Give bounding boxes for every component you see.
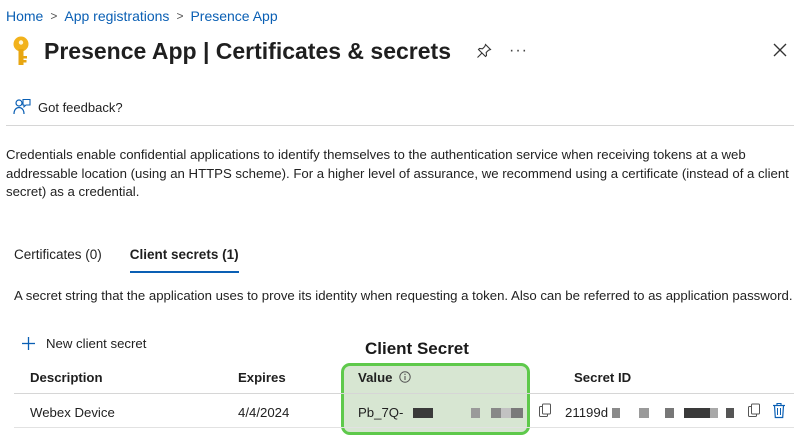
client-secrets-description: A secret string that the application use… <box>14 288 793 303</box>
breadcrumb-home[interactable]: Home <box>6 8 43 24</box>
cell-secret-id: 21199d <box>565 405 734 420</box>
breadcrumb-separator: > <box>176 9 184 23</box>
table-header: Description Expires Value Secret ID <box>14 362 794 394</box>
pin-icon[interactable] <box>475 42 493 60</box>
page-header: Presence App | Certificates & secrets ··… <box>8 34 808 68</box>
table-row: Webex Device 4/4/2024 Pb_7Q- 21199d <box>14 396 794 428</box>
masked-value <box>407 405 524 420</box>
masked-secret-id <box>611 405 734 420</box>
client-secret-annotation: Client Secret <box>365 339 469 358</box>
breadcrumb-separator: > <box>50 9 58 23</box>
tab-bar: Certificates (0) Client secrets (1) <box>14 247 239 273</box>
cell-secret-id-text: 21199d <box>565 405 609 420</box>
copy-secret-id-icon[interactable] <box>747 403 761 419</box>
column-value-label: Value <box>358 370 393 385</box>
page-title: Presence App | Certificates & secrets <box>44 36 451 66</box>
plus-icon <box>21 336 36 351</box>
info-icon[interactable] <box>399 371 411 383</box>
cell-expires: 4/4/2024 <box>238 405 290 420</box>
divider <box>6 125 794 126</box>
credentials-description: Credentials enable confidential applicat… <box>6 147 789 199</box>
feedback-label: Got feedback? <box>38 99 123 115</box>
column-secret-id: Secret ID <box>574 370 632 385</box>
page-title-section: Certificates & secrets <box>215 38 451 64</box>
cell-description: Webex Device <box>30 405 115 420</box>
copy-value-icon[interactable] <box>538 403 552 419</box>
tab-certificates[interactable]: Certificates (0) <box>14 247 102 271</box>
column-description: Description <box>30 370 103 385</box>
tab-client-secrets[interactable]: Client secrets (1) <box>129 247 239 273</box>
cell-value-text: Pb_7Q- <box>358 405 404 420</box>
breadcrumb-app-registrations[interactable]: App registrations <box>64 8 169 24</box>
breadcrumb: Home > App registrations > Presence App <box>6 6 278 26</box>
page-title-app-name: Presence App <box>44 38 197 64</box>
feedback-icon <box>13 98 31 116</box>
close-icon[interactable] <box>772 42 788 58</box>
column-value: Value <box>358 370 411 385</box>
new-client-secret-button[interactable]: New client secret <box>21 333 146 353</box>
cell-value: Pb_7Q- <box>358 405 524 420</box>
more-icon[interactable]: ··· <box>509 42 528 60</box>
feedback-button[interactable]: Got feedback? <box>13 97 123 117</box>
new-client-secret-label: New client secret <box>46 335 147 351</box>
page-title-divider: | <box>202 38 210 64</box>
breadcrumb-presence-app[interactable]: Presence App <box>190 8 277 24</box>
key-icon <box>8 34 34 68</box>
delete-icon[interactable] <box>772 402 786 419</box>
column-expires: Expires <box>238 370 286 385</box>
